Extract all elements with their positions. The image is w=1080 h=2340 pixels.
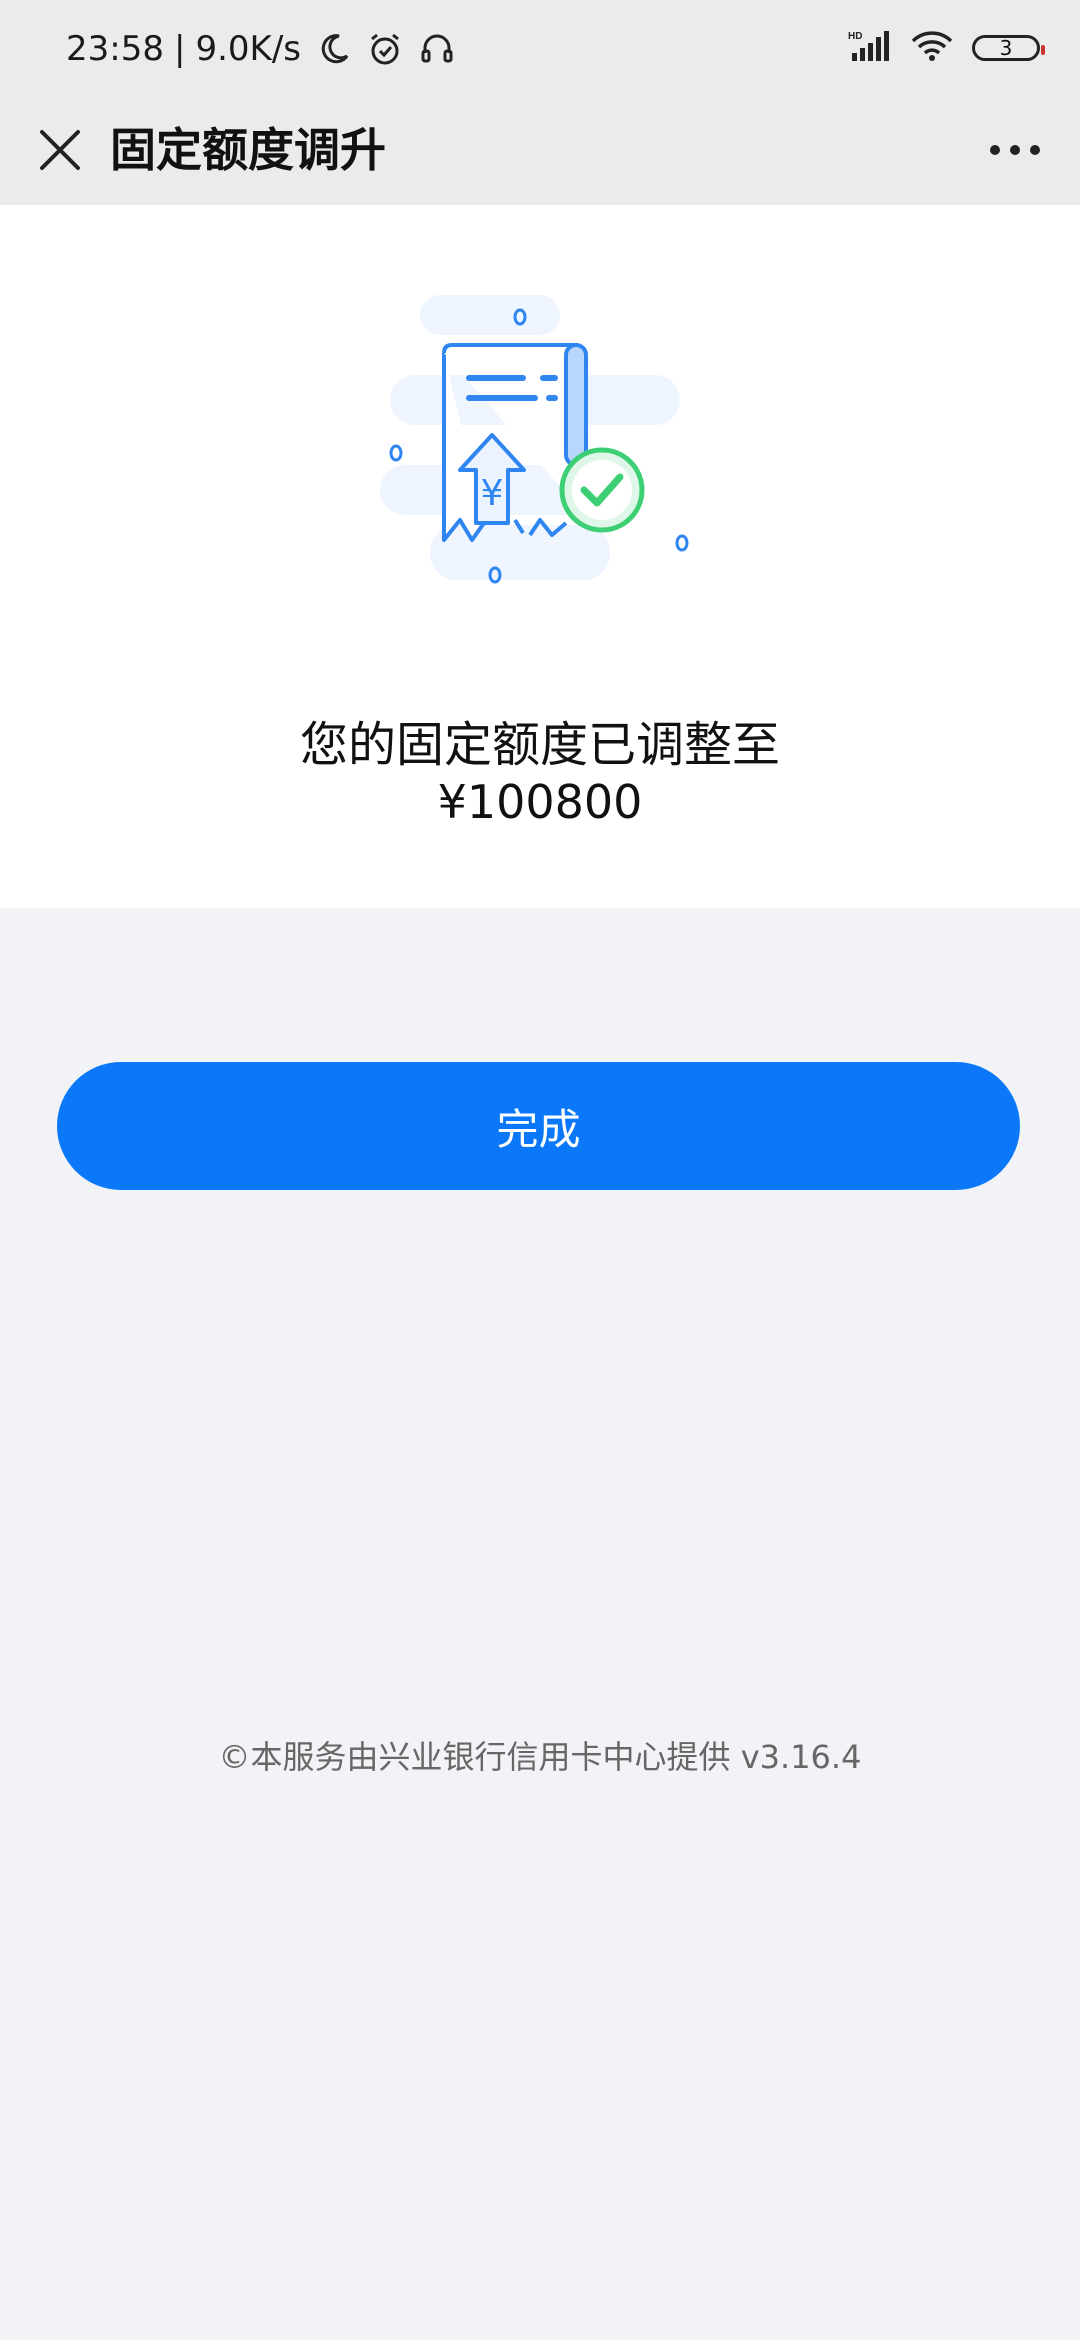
- close-icon: [40, 130, 80, 170]
- done-button[interactable]: 完成: [57, 1062, 1020, 1190]
- result-card: ¥ 您的固定额度已调整至 ¥100800: [0, 205, 1080, 908]
- more-icon: [990, 145, 1040, 155]
- signal-hd-label: HD: [848, 31, 862, 42]
- footer-copyright: ©本服务由兴业银行信用卡中心提供 v3.16.4: [218, 1738, 862, 1776]
- battery-indicator: 3: [972, 35, 1045, 61]
- signal-icon: HD: [848, 29, 892, 67]
- status-time: 23:58: [66, 29, 164, 69]
- page-title: 固定额度调升: [110, 123, 386, 177]
- more-button[interactable]: [980, 120, 1050, 180]
- navigation-bar: 固定额度调升: [0, 95, 1080, 205]
- status-bar: 23:58 | 9.0K/s HD 3: [0, 0, 1080, 95]
- status-left: 23:58 | 9.0K/s: [66, 24, 455, 74]
- limit-increase-success-illustration: ¥: [380, 295, 689, 584]
- wifi-icon: [910, 29, 954, 67]
- alarm-icon: [367, 31, 403, 67]
- status-right: HD 3: [848, 22, 1045, 74]
- moon-icon: [317, 32, 351, 66]
- result-amount: ¥100800: [437, 775, 643, 829]
- status-network-speed: 9.0K/s: [195, 29, 301, 69]
- headset-icon: [419, 31, 455, 67]
- status-separator: |: [173, 29, 186, 69]
- svg-text:¥: ¥: [481, 473, 504, 514]
- result-message: 您的固定额度已调整至: [299, 717, 780, 773]
- close-button[interactable]: [30, 120, 90, 180]
